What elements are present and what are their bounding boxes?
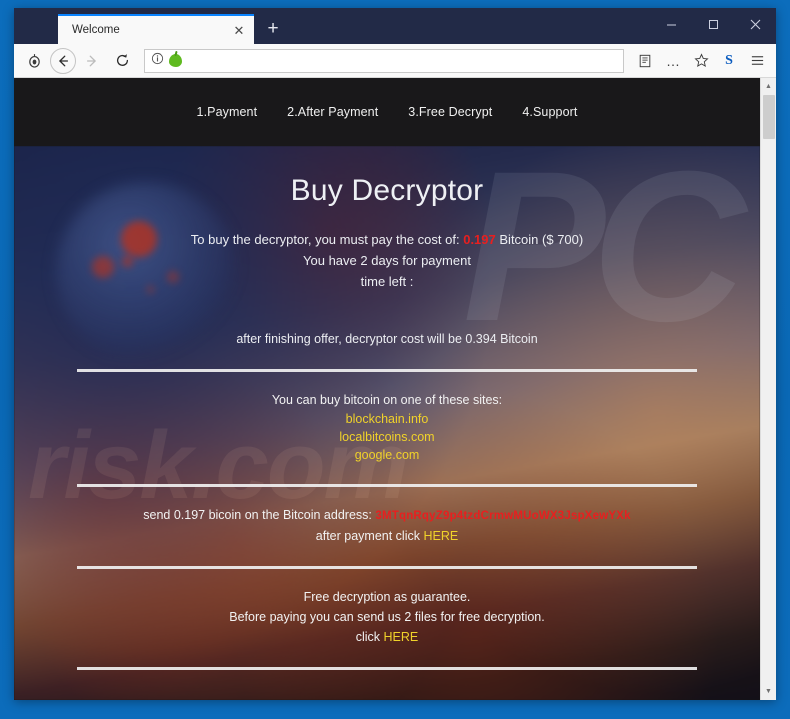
maximize-icon[interactable]	[692, 8, 734, 40]
menu-hamburger-icon[interactable]	[744, 48, 770, 74]
after-payment-here-link[interactable]: HERE	[423, 529, 458, 543]
browser-window: Welcome ✕ + … S 1.Payment 2.After Paymen…	[14, 8, 776, 700]
page-title: Buy Decryptor	[290, 174, 484, 207]
site-link-localbitcoins[interactable]: localbitcoins.com	[339, 430, 434, 444]
page-top-navigation: 1.Payment 2.After Payment 3.Free Decrypt…	[14, 78, 760, 146]
after-payment-line: after payment click HERE	[14, 526, 760, 546]
divider-1	[77, 369, 697, 372]
close-icon[interactable]: ✕	[230, 21, 248, 39]
divider-4	[77, 667, 697, 670]
tab-title: Welcome	[72, 24, 120, 36]
scroll-up-icon[interactable]: ▲	[761, 78, 777, 95]
send-address-line: send 0.197 bicoin on the Bitcoin address…	[14, 505, 760, 526]
divider-3	[77, 566, 697, 569]
scrollbar-thumb[interactable]	[762, 95, 775, 139]
title-bar: Welcome ✕ +	[14, 8, 776, 44]
hero-section: PC risk.com Buy Decryptor To buy the dec…	[14, 146, 760, 700]
tab-strip: Welcome ✕ +	[14, 8, 289, 44]
hero-content: Buy Decryptor To buy the decryptor, you …	[14, 146, 760, 670]
timer-value	[14, 293, 760, 323]
cost-prefix: To buy the decryptor, you must pay the c…	[190, 232, 460, 247]
free-decrypt-here-link[interactable]: HERE	[384, 630, 419, 644]
timer-label: time left :	[360, 274, 414, 289]
site-link-blockchain[interactable]: blockchain.info	[346, 412, 429, 426]
tab-welcome[interactable]: Welcome ✕	[58, 14, 254, 44]
address-bar[interactable]	[144, 48, 624, 73]
close-window-icon[interactable]	[734, 8, 776, 40]
minimize-icon[interactable]	[650, 8, 692, 40]
nav-item-free-decrypt[interactable]: 3.Free Decrypt	[408, 105, 492, 119]
scrollbar-track[interactable]	[760, 95, 776, 683]
page-scrollbar[interactable]: ▲ ▼	[760, 78, 776, 700]
info-icon[interactable]	[151, 52, 164, 70]
reader-view-icon[interactable]	[632, 48, 658, 74]
forward-button	[78, 47, 106, 75]
scroll-down-icon[interactable]: ▼	[761, 683, 777, 700]
click-prefix: click	[355, 630, 381, 644]
nav-item-payment[interactable]: 1.Payment	[197, 105, 258, 119]
after-offer-line: after finishing offer, decryptor cost wi…	[236, 332, 538, 346]
ellipsis-icon[interactable]: …	[660, 48, 686, 74]
bitcoin-address[interactable]: 3MTqnRqyZ9p4tzdCrmwMUoWX3JspXewYXk	[375, 510, 630, 522]
cost-suffix: Bitcoin ($ 700)	[499, 232, 584, 247]
window-controls	[650, 8, 776, 40]
content-area: 1.Payment 2.After Payment 3.Free Decrypt…	[14, 78, 776, 700]
tor-onion-icon[interactable]	[20, 47, 48, 75]
guarantee-title: Free decryption as guarantee.	[303, 590, 471, 604]
buy-sites-label: You can buy bitcoin on one of these site…	[271, 393, 503, 407]
url-input[interactable]	[187, 54, 617, 67]
divider-2	[77, 484, 697, 487]
navigation-toolbar: … S	[14, 44, 776, 78]
site-link-google[interactable]: google.com	[355, 448, 420, 462]
page-viewport: 1.Payment 2.After Payment 3.Free Decrypt…	[14, 78, 760, 700]
days-line: You have 2 days for payment	[303, 253, 471, 268]
cost-amount: 0.197	[463, 232, 496, 247]
send-prefix: send 0.197 bicoin on the Bitcoin address…	[143, 508, 372, 522]
click-here-line: click HERE	[14, 627, 760, 647]
reload-button[interactable]	[108, 47, 136, 75]
nav-item-support[interactable]: 4.Support	[522, 105, 577, 119]
new-tab-button[interactable]: +	[257, 14, 289, 44]
guarantee-text: Before paying you can send us 2 files fo…	[229, 610, 545, 624]
back-button[interactable]	[50, 47, 76, 74]
cost-line: To buy the decryptor, you must pay the c…	[14, 230, 760, 250]
nav-item-after-payment[interactable]: 2.After Payment	[287, 105, 378, 119]
tor-site-onion-icon	[169, 54, 182, 67]
skype-extension-icon[interactable]: S	[716, 48, 742, 74]
bookmark-star-icon[interactable]	[688, 48, 714, 74]
after-payment-prefix: after payment click	[315, 529, 420, 543]
